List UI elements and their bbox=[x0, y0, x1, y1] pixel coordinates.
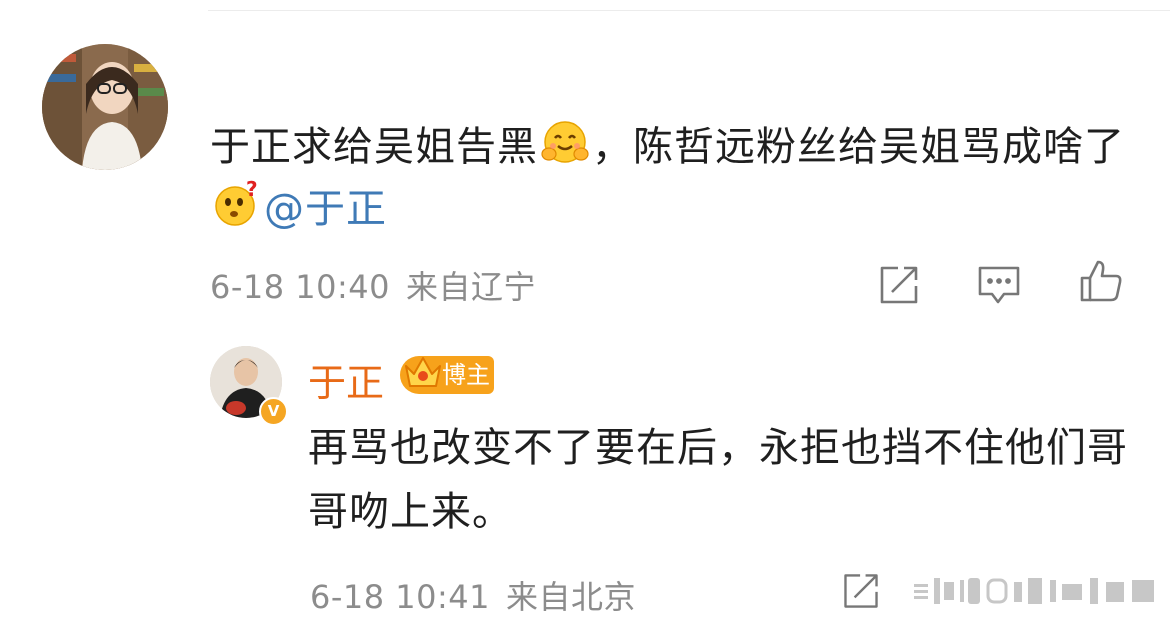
reply-author-name[interactable]: 于正 bbox=[308, 352, 384, 407]
comment-text: 于正求给吴姐告黑 ，陈哲远粉丝给吴姐骂成啥了 ? @于正 bbox=[210, 116, 1140, 240]
comment-location: 来自辽宁 bbox=[406, 268, 537, 306]
mention-link[interactable]: @于正 bbox=[264, 186, 387, 232]
reply-location: 来自北京 bbox=[506, 578, 637, 616]
confused-question-emoji-icon: ? bbox=[212, 180, 262, 230]
comment-meta: 6-18 10:40 来自辽宁 bbox=[210, 262, 536, 308]
comment-icon[interactable] bbox=[976, 262, 1022, 308]
reply-timestamp: 6-18 10:41 bbox=[310, 578, 491, 616]
reply-text: 再骂也改变不了要在后，永拒也挡不住他们哥哥吻上来。 bbox=[308, 425, 1128, 535]
verified-v-icon: V bbox=[259, 397, 288, 426]
crown-icon bbox=[402, 350, 444, 394]
share-icon[interactable] bbox=[876, 262, 922, 308]
commenter-avatar[interactable] bbox=[42, 44, 168, 170]
watermark-overlay bbox=[910, 570, 1160, 610]
blogger-badge-label: 博主 bbox=[442, 361, 490, 389]
blush-hands-emoji-icon bbox=[540, 118, 590, 168]
like-icon[interactable] bbox=[1078, 258, 1124, 304]
top-divider bbox=[208, 10, 1170, 11]
reply-meta: 6-18 10:41 来自北京 bbox=[310, 572, 636, 618]
comment-text-part2: ，陈哲远粉丝给吴姐骂成啥了 bbox=[592, 124, 1125, 170]
comment-timestamp: 6-18 10:40 bbox=[210, 268, 391, 306]
reply-share-icon[interactable] bbox=[840, 570, 882, 612]
blogger-badge: 博主 bbox=[400, 356, 494, 394]
comment-text-part1: 于正求给吴姐告黑 bbox=[210, 124, 538, 170]
svg-text:?: ? bbox=[246, 180, 259, 201]
